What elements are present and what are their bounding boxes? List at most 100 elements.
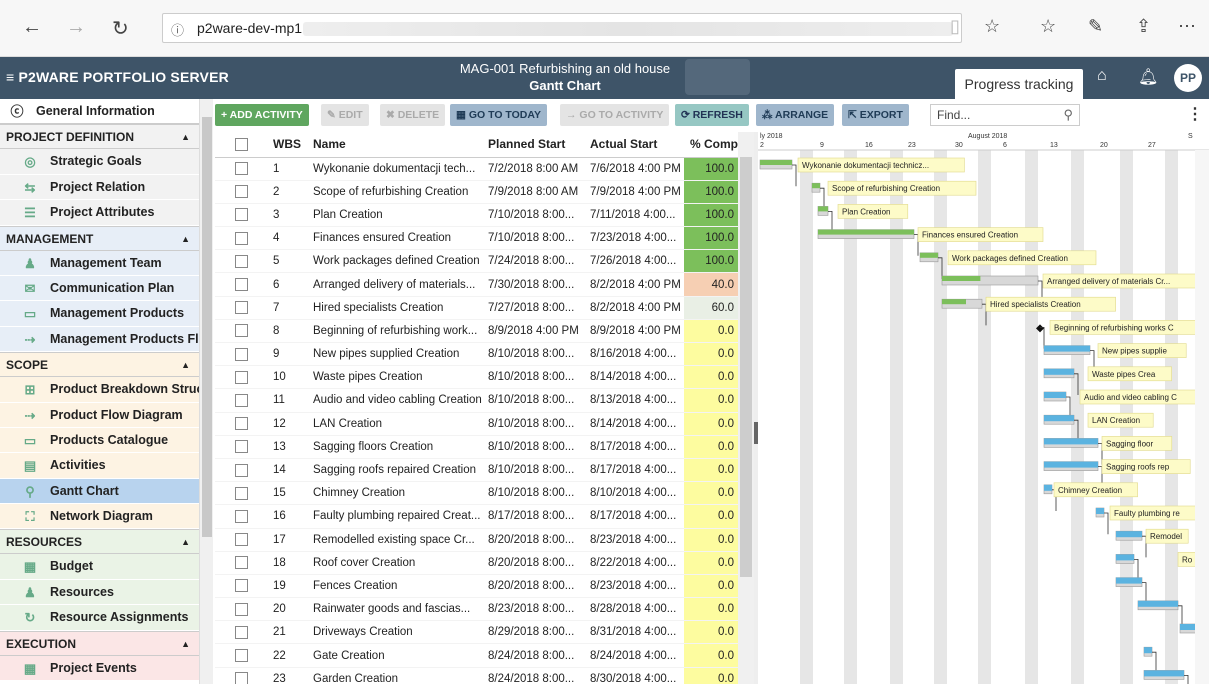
sidebar-item-resource-assignments[interactable]: ↻ Resource Assignments: [0, 605, 212, 631]
table-row[interactable]: 19 Fences Creation 8/20/2018 8:00... 8/23/2…: [215, 574, 738, 599]
table-row[interactable]: 7 Hired specialists Creation 7/27/2018 8:0…: [215, 296, 738, 320]
refresh-icon[interactable]: ↻: [112, 16, 129, 41]
table-row[interactable]: 17 Remodelled existing space Cr... 8/20/20…: [215, 528, 738, 552]
reading-view-icon[interactable]: ▯: [950, 16, 960, 37]
table-row[interactable]: 13 Sagging floors Creation 8/10/2018 8:00.…: [215, 435, 738, 459]
sidebar-item-management-products[interactable]: ▭ Management Products: [0, 301, 212, 327]
avatar[interactable]: PP: [1174, 64, 1202, 92]
share-icon[interactable]: ⇪: [1136, 16, 1151, 37]
row-checkbox[interactable]: [215, 412, 267, 436]
column-header-planned-start[interactable]: Planned Start: [482, 132, 584, 158]
table-row[interactable]: 5 Work packages defined Creation 7/24/2018…: [215, 249, 738, 274]
sidebar-item-budget[interactable]: ▦ Budget: [0, 554, 212, 580]
more-icon[interactable]: ⋯: [1178, 16, 1196, 37]
row-checkbox[interactable]: [215, 388, 267, 413]
table-row[interactable]: 11 Audio and video cabling Creation 8/10/2…: [215, 388, 738, 413]
more-options-icon[interactable]: ⋮: [1187, 104, 1203, 124]
row-checkbox[interactable]: [215, 435, 267, 459]
table-row[interactable]: 4 Finances ensured Creation 7/10/2018 8:00…: [215, 226, 738, 251]
arrange-button[interactable]: ⁂ ARRANGE: [756, 104, 835, 126]
row-checkbox[interactable]: [215, 272, 267, 297]
sidebar-item-products-catalogue[interactable]: ▭ Products Catalogue: [0, 427, 212, 454]
collapse-icon[interactable]: ▲: [181, 632, 190, 657]
sidebar-item-communication-plan[interactable]: ✉ Communication Plan: [0, 275, 212, 302]
row-checkbox[interactable]: [215, 574, 267, 599]
sidebar-item-strategic-goals[interactable]: ◎ Strategic Goals: [0, 149, 212, 175]
column-header-wbs[interactable]: WBS: [267, 132, 307, 158]
column-header-actual-start[interactable]: Actual Start: [584, 132, 684, 158]
address-bar[interactable]: ⓘ p2ware-dev-mp1: [162, 13, 962, 43]
table-row[interactable]: 2 Scope of refurbishing Creation 7/9/2018 …: [215, 180, 738, 204]
go-to-today-button[interactable]: ▦ GO TO TODAY: [450, 104, 547, 126]
table-row[interactable]: 22 Gate Creation 8/24/2018 8:00... 8/24/201…: [215, 643, 738, 668]
table-row[interactable]: 16 Faulty plumbing repaired Creat... 8/17/…: [215, 504, 738, 529]
sidebar-item-project-events[interactable]: ▦ Project Events: [0, 655, 212, 682]
edit-button[interactable]: ✎ EDIT: [321, 104, 369, 126]
collapse-icon[interactable]: ▲: [181, 125, 190, 150]
sidebar-scroll-thumb[interactable]: [202, 117, 212, 537]
row-checkbox[interactable]: [215, 157, 267, 181]
table-row[interactable]: 12 LAN Creation 8/10/2018 8:00... 8/14/2018…: [215, 412, 738, 436]
sidebar-item-gantt-chart[interactable]: ⚲ Gantt Chart: [0, 478, 212, 505]
pen-icon[interactable]: ✎: [1088, 16, 1103, 37]
column-header-pct-complete[interactable]: % Comp: [684, 132, 738, 158]
collapse-icon[interactable]: ▲: [181, 530, 190, 555]
table-row[interactable]: 6 Arranged delivery of materials... 7/30/2…: [215, 272, 738, 297]
sidebar-item-management-team[interactable]: ♟ Management Team: [0, 250, 212, 276]
table-row[interactable]: 18 Roof cover Creation 8/20/2018 8:00... 8/…: [215, 551, 738, 575]
select-all-checkbox[interactable]: [215, 132, 267, 158]
table-row[interactable]: 9 New pipes supplied Creation 8/10/2018 8:…: [215, 342, 738, 367]
row-checkbox[interactable]: [215, 528, 267, 552]
favorite-star-icon[interactable]: ☆: [984, 16, 1000, 37]
row-checkbox[interactable]: [215, 643, 267, 668]
table-row[interactable]: 23 Garden Creation 8/24/2018 8:00... 8/30/2…: [215, 667, 738, 684]
find-input[interactable]: Find... ⚲: [930, 104, 1080, 126]
bell-icon[interactable]: 🔔︎: [1138, 67, 1158, 87]
column-header-name[interactable]: Name: [307, 132, 482, 158]
sidebar-item-resources[interactable]: ♟ Resources: [0, 579, 212, 606]
row-checkbox[interactable]: [215, 203, 267, 228]
table-row[interactable]: 8 Beginning of refurbishing work... 8/9/20…: [215, 319, 738, 344]
sidebar-section-scope[interactable]: SCOPE ▲: [0, 352, 212, 378]
search-icon[interactable]: ⚲: [1063, 105, 1073, 125]
table-row[interactable]: 21 Driveways Creation 8/29/2018 8:00... 8/3…: [215, 620, 738, 645]
row-checkbox[interactable]: [215, 342, 267, 367]
sidebar-section-management[interactable]: MANAGEMENT ▲: [0, 225, 212, 252]
delete-button[interactable]: ✖ DELETE: [380, 104, 446, 126]
row-checkbox[interactable]: [215, 504, 267, 529]
sidebar-item-network-diagram[interactable]: ⛶ Network Diagram: [0, 504, 212, 530]
row-checkbox[interactable]: [215, 597, 267, 622]
forward-icon[interactable]: →: [66, 16, 86, 39]
sidebar-item-activities[interactable]: ▤ Activities: [0, 453, 212, 479]
grid-scrollbar[interactable]: [738, 132, 754, 684]
table-row[interactable]: 1 Wykonanie dokumentacji tech... 7/2/2018 …: [215, 157, 738, 181]
sidebar-section-project-definition[interactable]: PROJECT DEFINITION ▲: [0, 124, 212, 150]
table-row[interactable]: 14 Sagging roofs repaired Creation 8/10/20…: [215, 458, 738, 483]
grid-scroll-thumb[interactable]: [740, 157, 752, 577]
refresh-button[interactable]: ⟳ REFRESH: [675, 104, 749, 126]
collapse-icon[interactable]: ▲: [181, 353, 190, 378]
table-row[interactable]: 10 Waste pipes Creation 8/10/2018 8:00... 8…: [215, 365, 738, 390]
sidebar-item-product-breakdown-struc[interactable]: ⊞ Product Breakdown Struc: [0, 377, 212, 403]
add-activity-button[interactable]: + ADD ACTIVITY: [215, 104, 309, 126]
sidebar-item-project-relation[interactable]: ⇆ Project Relation: [0, 174, 212, 201]
sidebar-item-management-products-fl[interactable]: ⇢ Management Products Fl: [0, 326, 212, 353]
collapse-icon[interactable]: ▲: [181, 227, 190, 252]
sidebar-scrollbar[interactable]: [199, 99, 213, 684]
row-checkbox[interactable]: [215, 458, 267, 483]
home-icon[interactable]: ⌂: [1097, 67, 1107, 85]
sidebar-section-resources[interactable]: RESOURCES ▲: [0, 529, 212, 555]
sidebar-section-execution[interactable]: EXECUTION ▲: [0, 630, 212, 657]
row-checkbox[interactable]: [215, 620, 267, 645]
app-logo[interactable]: ≡ P2WARE PORTFOLIO SERVER: [6, 69, 229, 85]
row-checkbox[interactable]: [215, 551, 267, 575]
row-checkbox[interactable]: [215, 481, 267, 506]
row-checkbox[interactable]: [215, 226, 267, 251]
row-checkbox[interactable]: [215, 365, 267, 390]
row-checkbox[interactable]: [215, 249, 267, 274]
export-button[interactable]: ⇱ EXPORT: [842, 104, 909, 126]
row-checkbox[interactable]: [215, 296, 267, 320]
info-icon[interactable]: ⓘ: [171, 20, 184, 39]
table-row[interactable]: 3 Plan Creation 7/10/2018 8:00... 7/11/2018…: [215, 203, 738, 228]
row-checkbox[interactable]: [215, 319, 267, 344]
